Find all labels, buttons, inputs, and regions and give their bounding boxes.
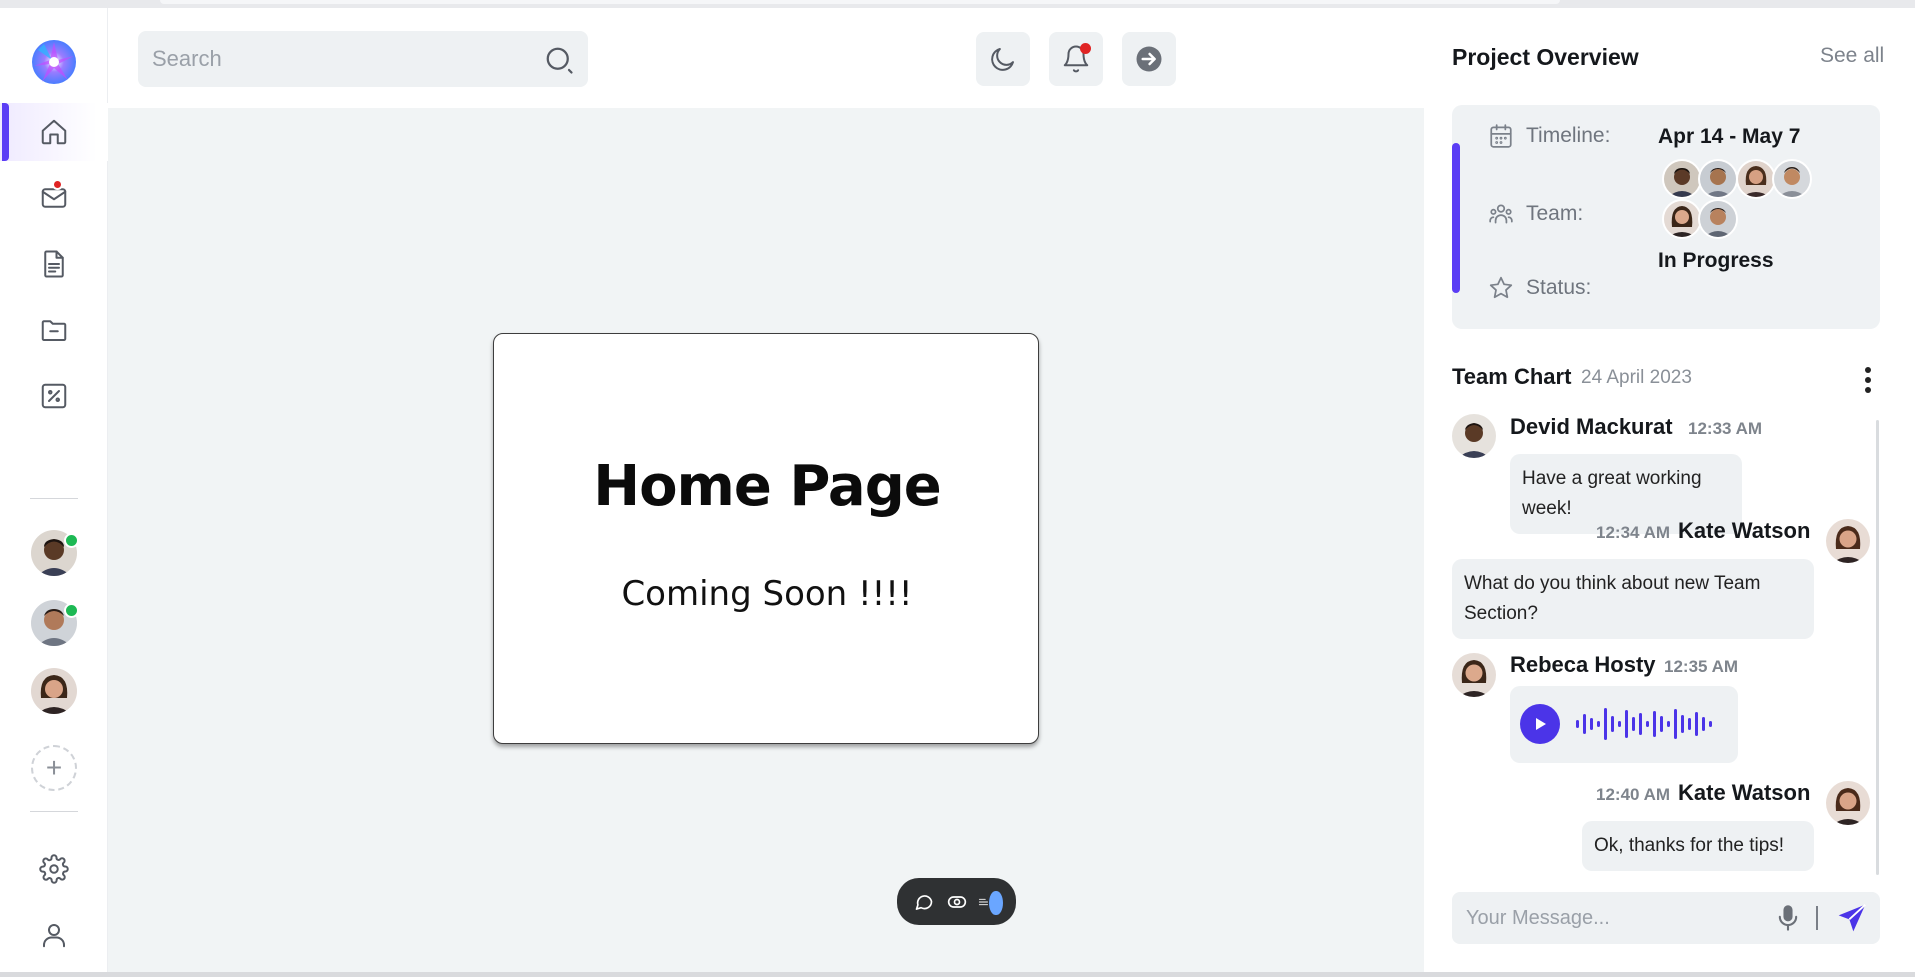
- team-icon: [1489, 204, 1513, 224]
- message-time: 12:40 AM: [1596, 785, 1671, 804]
- sidebar: +: [0, 8, 108, 972]
- team-chat-date: 24 April 2023: [1581, 367, 1692, 388]
- send-icon[interactable]: [1836, 902, 1868, 934]
- sidebar-divider: [30, 498, 78, 499]
- right-panel: Project Overview See all Timeline: Apr 1…: [1424, 8, 1915, 972]
- message-time: 12:35 AM: [1664, 657, 1739, 676]
- window-bottom-strip: [0, 972, 1915, 977]
- menu-button[interactable]: [978, 890, 1003, 915]
- sidebar-contact-avatar-3[interactable]: [31, 668, 77, 714]
- message-time: 12:34 AM: [1596, 523, 1671, 542]
- document-icon: [44, 250, 64, 278]
- calendar-icon: [1490, 124, 1512, 148]
- online-status-dot: [64, 603, 79, 618]
- message-author: Rebeca Hosty: [1510, 652, 1656, 677]
- sidebar-item-folder[interactable]: [0, 301, 108, 359]
- overview-accent-bar: [1452, 143, 1460, 293]
- sidebar-item-discount[interactable]: [0, 367, 108, 425]
- message-time: 12:33 AM: [1688, 419, 1763, 438]
- team-member-avatar[interactable]: [1662, 199, 1702, 239]
- avatar[interactable]: [1826, 519, 1870, 563]
- mail-notification-dot: [52, 179, 63, 190]
- moon-icon: [991, 48, 1014, 71]
- page-title: Home Page: [593, 454, 942, 519]
- team-member-avatar[interactable]: [1698, 159, 1738, 199]
- team-member-avatar[interactable]: [1698, 199, 1738, 239]
- arrow-right-circle-icon: [1136, 46, 1162, 72]
- play-button[interactable]: [1520, 704, 1560, 744]
- sidebar-item-mail[interactable]: [0, 169, 108, 227]
- see-all-link[interactable]: See all: [1820, 44, 1884, 68]
- message-bubble: What do you think about new Team Section…: [1452, 559, 1814, 639]
- floating-toolbar: [897, 878, 1016, 925]
- search-input[interactable]: [152, 31, 532, 87]
- status-value: In Progress: [1658, 249, 1774, 272]
- voice-message: [1510, 686, 1738, 763]
- logout-button[interactable]: [1122, 32, 1176, 86]
- more-vertical-icon[interactable]: [1858, 363, 1878, 397]
- top-header: [108, 8, 1424, 108]
- team-member-avatar[interactable]: [1662, 159, 1702, 199]
- eye-icon: [947, 895, 966, 908]
- timeline-label: Timeline:: [1526, 124, 1611, 147]
- sidebar-item-settings[interactable]: [0, 840, 108, 898]
- project-overview-card: Timeline: Apr 14 - May 7 Team: Status: I…: [1452, 105, 1880, 329]
- project-overview-title: Project Overview: [1452, 44, 1639, 70]
- avatar[interactable]: [1452, 653, 1496, 697]
- sidebar-item-home[interactable]: [0, 103, 108, 161]
- notification-dot: [1080, 43, 1091, 54]
- mic-icon[interactable]: [1774, 904, 1802, 932]
- status-row: Status:: [1488, 275, 1591, 301]
- star-icon: [1489, 276, 1513, 299]
- message-author: Devid Mackurat: [1510, 414, 1673, 439]
- list-icon: [978, 898, 988, 905]
- app-logo[interactable]: [30, 38, 78, 86]
- avatar[interactable]: [1452, 414, 1496, 458]
- audio-waveform: [1576, 708, 1712, 740]
- team-member-avatar[interactable]: [1772, 159, 1812, 199]
- home-placeholder-card: Home Page Coming Soon !!!!: [493, 333, 1039, 744]
- percent-icon: [41, 383, 67, 409]
- chat-scrollbar[interactable]: [1876, 420, 1879, 875]
- home-icon: [41, 119, 67, 145]
- timeline-value: Apr 14 - May 7: [1658, 125, 1801, 148]
- message-bubble: Ok, thanks for the tips!: [1582, 821, 1814, 871]
- add-contact-button[interactable]: +: [31, 745, 77, 791]
- team-row: Team:: [1488, 201, 1583, 227]
- timeline-row: Timeline:: [1488, 123, 1610, 149]
- coming-soon-text: Coming Soon !!!!: [621, 574, 913, 614]
- play-icon: [1536, 718, 1546, 730]
- main-content: Home Page Coming Soon !!!!: [108, 108, 1424, 972]
- team-label: Team:: [1526, 202, 1584, 225]
- team-chat-title: Team Chart: [1452, 364, 1572, 389]
- chat-button[interactable]: [912, 890, 936, 914]
- window-top-strip: [0, 0, 1915, 8]
- team-member-avatar[interactable]: [1736, 159, 1776, 199]
- user-icon: [43, 924, 65, 948]
- avatar[interactable]: [1826, 781, 1870, 825]
- message-input[interactable]: [1466, 892, 1766, 944]
- sidebar-item-documents[interactable]: [0, 235, 108, 293]
- menu-notification-dot: [989, 890, 1003, 915]
- message-author: Kate Watson: [1678, 518, 1811, 543]
- message-composer: [1452, 892, 1880, 944]
- view-button[interactable]: [945, 890, 969, 914]
- gear-icon: [39, 854, 69, 884]
- status-label: Status:: [1526, 276, 1592, 299]
- message-author: Kate Watson: [1678, 780, 1811, 805]
- folder-icon: [41, 320, 67, 341]
- search-bar: [138, 31, 588, 87]
- sidebar-item-profile[interactable]: [0, 906, 108, 964]
- notifications-button[interactable]: [1049, 32, 1103, 86]
- search-icon[interactable]: [544, 45, 574, 75]
- dark-mode-button[interactable]: [976, 32, 1030, 86]
- sidebar-divider: [30, 811, 78, 812]
- composer-divider: [1816, 906, 1818, 930]
- chat-bubble-icon: [915, 894, 932, 910]
- online-status-dot: [64, 533, 79, 548]
